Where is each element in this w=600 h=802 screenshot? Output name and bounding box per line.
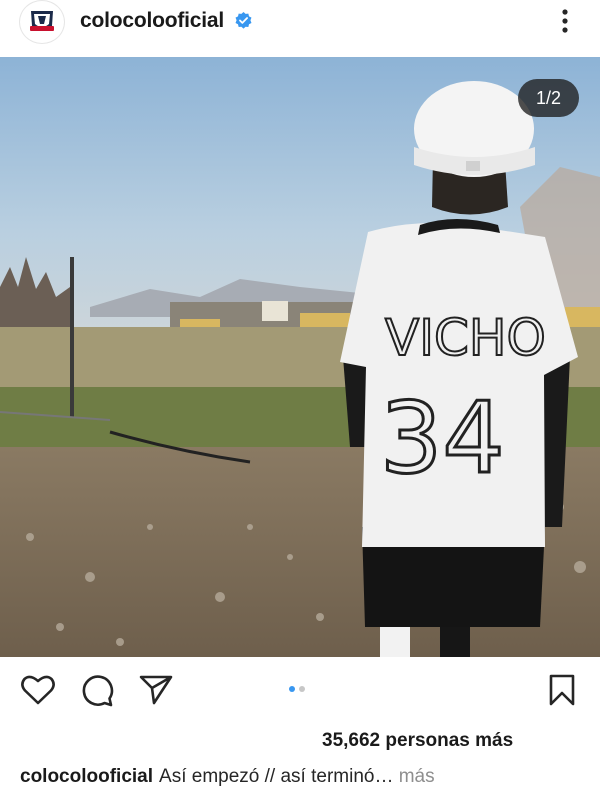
- carousel-dot: [299, 686, 305, 692]
- caption: colocolooficial Así empezó // así terminó…: [20, 766, 435, 788]
- club-crest-logo: [23, 3, 61, 41]
- send-icon[interactable]: [139, 674, 173, 706]
- jersey-number-text: 34: [380, 382, 505, 496]
- jersey-name-text: VICHO: [385, 309, 546, 367]
- caption-more-link[interactable]: más: [399, 766, 435, 787]
- bookmark-icon[interactable]: [548, 674, 576, 706]
- likes-count[interactable]: 35,662 personas más: [322, 730, 513, 752]
- username[interactable]: colocolooficial: [80, 9, 224, 33]
- verified-badge-icon: [235, 11, 252, 29]
- caption-username[interactable]: colocolooficial: [20, 766, 153, 787]
- caption-text: Así empezó // así terminó: [159, 766, 375, 787]
- caption-ellipsis: …: [374, 766, 394, 787]
- post-header: colocolooficial: [0, 0, 600, 56]
- carousel-dot-active: [289, 686, 295, 692]
- more-vertical-icon[interactable]: [556, 6, 574, 36]
- carousel-counter: 1/2: [518, 79, 579, 117]
- avatar[interactable]: [19, 0, 65, 44]
- photo-scene: VICHO 34: [0, 57, 600, 657]
- post-photo[interactable]: VICHO 34: [0, 57, 600, 657]
- comment-icon[interactable]: [80, 674, 114, 708]
- heart-icon[interactable]: [21, 674, 55, 706]
- carousel-indicator: [289, 686, 305, 692]
